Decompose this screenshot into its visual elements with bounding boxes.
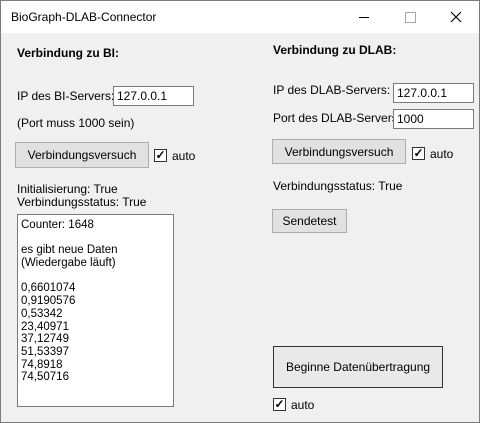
start-auto-checkbox[interactable]: ✓ [273,398,286,411]
dlab-conn-status: Verbindungsstatus: True [273,179,403,193]
bi-conn-status: Verbindungsstatus: True [17,195,147,209]
log-line: es gibt neue Daten [21,244,118,257]
maximize-icon [404,11,416,23]
dlab-auto-label: auto [430,147,454,161]
bi-ip-label: IP des BI-Servers: [17,89,115,103]
log-line: 0,53342 [21,307,63,320]
bi-port-note: (Port muss 1000 sein) [17,116,135,130]
bi-ip-input[interactable] [113,86,194,106]
sendtest-button[interactable]: Sendetest [272,209,347,233]
close-icon [450,11,462,23]
dlab-ip-input[interactable] [393,83,474,103]
log-line: (Wiedergabe läuft) [21,257,116,270]
maximize-button[interactable] [387,1,433,33]
bi-init-status: Initialisierung: True [17,182,118,196]
log-line: 51,53397 [21,345,69,358]
start-auto-label: auto [291,398,315,412]
log-line: 37,12749 [21,333,69,346]
dlab-auto-checkbox[interactable]: ✓ [412,147,425,160]
bi-heading: Verbindung zu BI: [17,46,119,60]
bi-auto-label: auto [172,149,196,163]
log-line: Counter: 1648 [21,219,94,231]
dlab-connect-button[interactable]: Verbindungsversuch [272,139,406,164]
title-bar: BioGraph-DLAB-Connector [1,1,479,33]
bi-auto-checkbox[interactable]: ✓ [154,149,167,162]
dlab-ip-label: IP des DLAB-Servers: [273,83,391,97]
log-line: 74,8918 [21,358,63,371]
bi-connect-button[interactable]: Verbindungsversuch [15,142,149,168]
app-window: BioGraph-DLAB-Connector Verbindung zu BI… [0,0,480,423]
minimize-button[interactable] [341,1,387,33]
dlab-port-input[interactable] [393,109,474,129]
dlab-heading: Verbindung zu DLAB: [273,43,397,57]
minimize-icon [359,16,369,18]
close-button[interactable] [433,1,479,33]
log-line: 0,9190576 [21,295,76,308]
start-transfer-button[interactable]: Beginne Datenübertragung [273,346,443,388]
log-line: 23,40971 [21,320,69,333]
log-line: 74,50716 [21,371,69,384]
bi-log-textbox[interactable]: Counter: 1648 es gibt neue Daten (Wiederga… [17,214,174,407]
log-line: 0,6601074 [21,282,76,295]
dlab-port-label: Port des DLAB-Servers: [273,111,402,125]
window-title: BioGraph-DLAB-Connector [11,10,157,24]
